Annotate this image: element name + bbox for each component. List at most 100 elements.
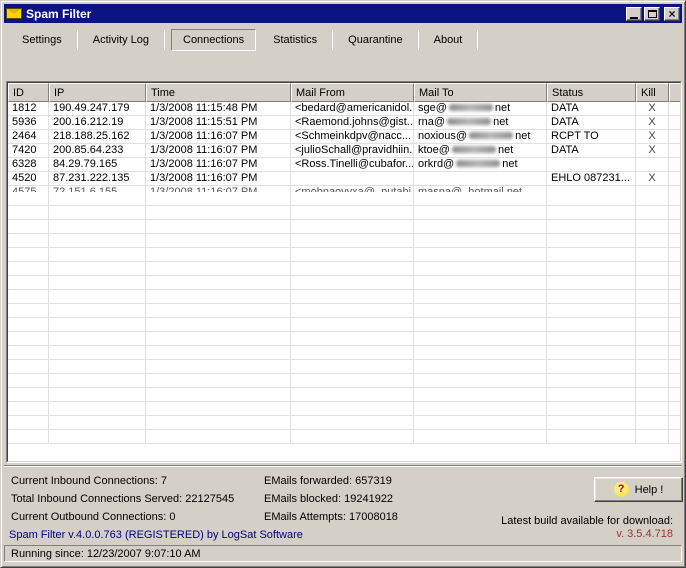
table-row-empty bbox=[8, 206, 680, 220]
stats-right-column: EMails forwarded: 657319 EMails blocked:… bbox=[264, 472, 398, 526]
redacted-smudge bbox=[447, 118, 491, 125]
window-title: Spam Filter bbox=[26, 7, 622, 21]
stat-total-inbound: Total Inbound Connections Served: 221275… bbox=[11, 490, 234, 508]
cell-kill[interactable] bbox=[636, 158, 669, 172]
table-row-empty bbox=[8, 416, 680, 430]
stat-emails-forwarded: EMails forwarded: 657319 bbox=[264, 472, 398, 490]
cell-mail-to: noxious@net bbox=[414, 130, 547, 144]
cell-status: EHLO 087231... bbox=[547, 172, 636, 186]
tab-separator bbox=[477, 30, 478, 50]
table-row[interactable]: 5936200.16.212.191/3/2008 11:15:51 PM<Ra… bbox=[8, 116, 680, 130]
cell-id: 1812 bbox=[8, 102, 49, 116]
latest-build-label: Latest build available for download: bbox=[501, 515, 673, 528]
app-version-link[interactable]: Spam Filter v.4.0.0.763 (REGISTERED) by … bbox=[9, 529, 303, 541]
table-row-empty bbox=[8, 402, 680, 416]
table-row-empty bbox=[8, 276, 680, 290]
close-icon: × bbox=[668, 9, 675, 19]
help-button[interactable]: ? Help ! bbox=[594, 477, 683, 502]
cell-id: 2464 bbox=[8, 130, 49, 144]
tab-about[interactable]: About bbox=[421, 30, 476, 50]
table-row-empty bbox=[8, 290, 680, 304]
maximize-button[interactable] bbox=[644, 7, 660, 21]
maximize-icon bbox=[648, 10, 657, 18]
cell-mail-from: <bedard@americanidol... bbox=[291, 102, 414, 116]
minimize-icon bbox=[630, 17, 638, 19]
table-body: 1812190.49.247.1791/3/2008 11:15:48 PM<b… bbox=[8, 102, 680, 444]
cell-id: 7420 bbox=[8, 144, 49, 158]
stat-emails-blocked: EMails blocked: 19241922 bbox=[264, 490, 398, 508]
redacted-smudge bbox=[452, 146, 496, 153]
column-header-id[interactable]: ID bbox=[8, 83, 49, 102]
table-row-empty bbox=[8, 262, 680, 276]
tab-separator bbox=[418, 30, 419, 50]
cell-kill[interactable]: X bbox=[636, 130, 669, 144]
stat-current-outbound: Current Outbound Connections: 0 bbox=[11, 508, 234, 526]
cell-mail-from: <Ross.Tinelli@cubafor... bbox=[291, 158, 414, 172]
table-row-empty bbox=[8, 248, 680, 262]
column-header-mail-from[interactable]: Mail From bbox=[291, 83, 414, 102]
table-row-empty bbox=[8, 192, 680, 206]
tab-separator bbox=[164, 30, 165, 50]
table-row-empty bbox=[8, 430, 680, 444]
cell-ip: 218.188.25.162 bbox=[49, 130, 146, 144]
close-button[interactable]: × bbox=[664, 7, 680, 21]
latest-build-version-link[interactable]: v. 3.5.4.718 bbox=[501, 528, 673, 541]
tab-settings[interactable]: Settings bbox=[9, 30, 75, 50]
table-row-empty bbox=[8, 332, 680, 346]
cell-id: 6328 bbox=[8, 158, 49, 172]
cell-status: RCPT TO bbox=[547, 130, 636, 144]
cell-ip: 190.49.247.179 bbox=[49, 102, 146, 116]
cell-mail-from: <Schmeinkdpv@nacc... bbox=[291, 130, 414, 144]
question-mark-icon: ? bbox=[614, 482, 629, 497]
table-row-empty bbox=[8, 234, 680, 248]
table-row-empty bbox=[8, 220, 680, 234]
cell-ip: 200.16.212.19 bbox=[49, 116, 146, 130]
cell-mail-to bbox=[414, 172, 547, 186]
cell-ip: 84.29.79.165 bbox=[49, 158, 146, 172]
tab-statistics[interactable]: Statistics bbox=[260, 30, 330, 50]
column-header-kill[interactable]: Kill bbox=[636, 83, 669, 102]
stat-emails-attempts: EMails Attempts: 17008018 bbox=[264, 508, 398, 526]
stats-left-column: Current Inbound Connections: 7 Total Inb… bbox=[11, 472, 234, 526]
column-header-status[interactable]: Status bbox=[547, 83, 636, 102]
table-row-empty bbox=[8, 346, 680, 360]
minimize-button[interactable] bbox=[626, 7, 642, 21]
tab-connections[interactable]: Connections bbox=[171, 29, 256, 51]
cell-mail-from: <Raemond.johns@gist... bbox=[291, 116, 414, 130]
cell-time: 1/3/2008 11:15:51 PM bbox=[146, 116, 291, 130]
cell-kill[interactable]: X bbox=[636, 116, 669, 130]
cell-kill[interactable]: X bbox=[636, 102, 669, 116]
cell-status bbox=[547, 158, 636, 172]
cell-status: DATA bbox=[547, 102, 636, 116]
tab-separator bbox=[332, 30, 333, 50]
cell-kill[interactable]: X bbox=[636, 144, 669, 158]
cell-kill[interactable]: X bbox=[636, 172, 669, 186]
title-bar[interactable]: Spam Filter × bbox=[4, 4, 682, 23]
redacted-smudge bbox=[456, 160, 500, 167]
envelope-icon bbox=[6, 8, 22, 19]
column-header-filler bbox=[669, 83, 680, 102]
cell-time: 1/3/2008 11:16:07 PM bbox=[146, 144, 291, 158]
column-header-time[interactable]: Time bbox=[146, 83, 291, 102]
tab-activity-log[interactable]: Activity Log bbox=[80, 30, 162, 50]
window-controls: × bbox=[626, 7, 680, 21]
table-row-empty bbox=[8, 360, 680, 374]
column-header-ip[interactable]: IP bbox=[49, 83, 146, 102]
cell-time: 1/3/2008 11:16:07 PM bbox=[146, 158, 291, 172]
table-row[interactable]: 2464218.188.25.1621/3/2008 11:16:07 PM<S… bbox=[8, 130, 680, 144]
table-header-row: IDIPTimeMail FromMail ToStatusKill bbox=[8, 83, 680, 102]
cell-mail-to: orkrd@net bbox=[414, 158, 547, 172]
cell-mail-from: <julioSchall@pravidhiin... bbox=[291, 144, 414, 158]
cell-mail-to: rna@net bbox=[414, 116, 547, 130]
help-button-label: Help ! bbox=[635, 484, 664, 496]
running-since-text: Running since: 12/23/2007 9:07:10 AM bbox=[11, 548, 201, 560]
connections-table: IDIPTimeMail FromMail ToStatusKill 18121… bbox=[6, 81, 682, 463]
column-header-mail-to[interactable]: Mail To bbox=[414, 83, 547, 102]
table-row[interactable]: 452087.231.222.1351/3/2008 11:16:07 PMEH… bbox=[8, 172, 680, 186]
table-row[interactable]: 7420200.85.64.2331/3/2008 11:16:07 PM<ju… bbox=[8, 144, 680, 158]
cell-mail-to: sge@net bbox=[414, 102, 547, 116]
tab-quarantine[interactable]: Quarantine bbox=[335, 30, 415, 50]
table-row[interactable]: 632884.29.79.1651/3/2008 11:16:07 PM<Ros… bbox=[8, 158, 680, 172]
table-row[interactable]: 1812190.49.247.1791/3/2008 11:15:48 PM<b… bbox=[8, 102, 680, 116]
cell-status: DATA bbox=[547, 116, 636, 130]
